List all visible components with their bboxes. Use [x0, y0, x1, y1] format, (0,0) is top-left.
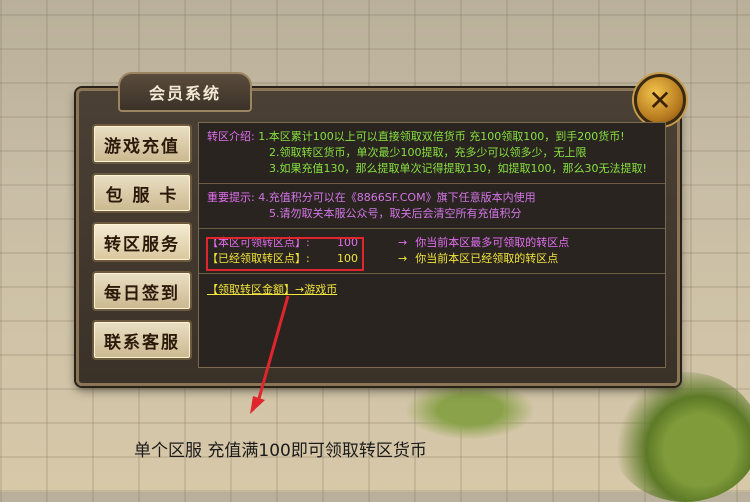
annotation-caption: 单个区服 充值满100即可领取转区货币	[134, 441, 427, 461]
annotation-arrow-icon	[250, 295, 290, 414]
